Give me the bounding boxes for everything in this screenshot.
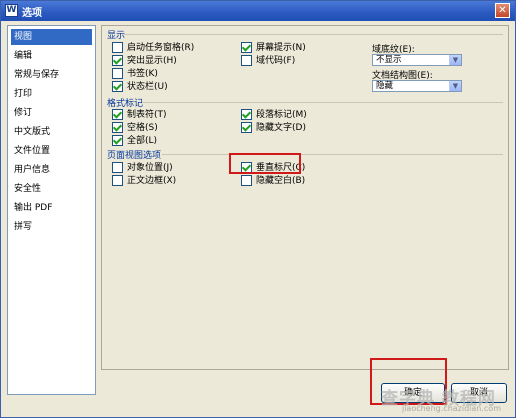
- sidebar-item-export-pdf[interactable]: 输出 PDF: [11, 200, 92, 216]
- checkmark-icon: [112, 80, 123, 92]
- screentips-checkbox[interactable]: 屏幕提示(N): [241, 41, 306, 54]
- checkmark-icon: [112, 108, 123, 120]
- checkbox-box: [241, 174, 252, 186]
- divider: [124, 34, 503, 35]
- field-shading-select[interactable]: 不显示 ▼: [372, 54, 462, 66]
- docmap-select[interactable]: 隐藏 ▼: [372, 80, 462, 92]
- checkmark-icon: [241, 41, 252, 53]
- page-view-group-title: 页面视图选项: [107, 151, 162, 161]
- divider: [162, 154, 503, 155]
- sidebar-item-print[interactable]: 打印: [11, 86, 92, 102]
- checkbox-box: [112, 161, 123, 173]
- checkbox-box: [112, 41, 123, 53]
- sidebar-item-security[interactable]: 安全性: [11, 181, 92, 197]
- text-boundaries-checkbox[interactable]: 正文边框(X): [112, 174, 176, 187]
- spaces-checkbox[interactable]: 空格(S): [112, 121, 158, 134]
- sidebar-item-chinese-layout[interactable]: 中文版式: [11, 124, 92, 140]
- checkmark-icon: [112, 121, 123, 133]
- hidden-text-checkbox[interactable]: 隐藏文字(D): [241, 121, 306, 134]
- options-dialog: W 选项 ✕ 视图 编辑 常规与保存 打印 修订 中文版式 文件位置 用户信息 …: [0, 0, 516, 418]
- chevron-down-icon: ▼: [449, 55, 461, 65]
- app-icon: W: [5, 4, 18, 17]
- sidebar-item-user-info[interactable]: 用户信息: [11, 162, 92, 178]
- divider: [142, 102, 503, 103]
- hide-whitespace-checkbox[interactable]: 隐藏空白(B): [241, 174, 305, 187]
- bookmarks-checkbox[interactable]: 书签(K): [112, 67, 158, 80]
- dialog-title: 选项: [22, 8, 42, 19]
- checkmark-icon: [112, 54, 123, 66]
- display-group-title: 显示: [107, 31, 126, 41]
- vertical-ruler-highlight: [229, 153, 301, 174]
- statusbar-checkbox[interactable]: 状态栏(U): [112, 80, 168, 93]
- sidebar-item-spelling[interactable]: 拼写: [11, 219, 92, 235]
- title-bar[interactable]: W 选项 ✕: [1, 1, 515, 21]
- sidebar-item-view[interactable]: 视图: [11, 29, 92, 45]
- all-marks-checkbox[interactable]: 全部(L): [112, 134, 157, 147]
- checkbox-box: [112, 67, 123, 79]
- object-anchors-checkbox[interactable]: 对象位置(J): [112, 161, 173, 174]
- watermark-url: jiaocheng.chazidian.com: [401, 404, 501, 413]
- paragraph-marks-checkbox[interactable]: 段落标记(M): [241, 108, 307, 121]
- sidebar-item-file-locations[interactable]: 文件位置: [11, 143, 92, 159]
- sidebar-item-general-save[interactable]: 常规与保存: [11, 67, 92, 83]
- checkbox-box: [241, 54, 252, 66]
- startup-taskpane-checkbox[interactable]: 启动任务窗格(R): [112, 41, 194, 54]
- checkmark-icon: [112, 134, 123, 146]
- field-codes-checkbox[interactable]: 域代码(F): [241, 54, 295, 67]
- sidebar-item-edit[interactable]: 编辑: [11, 48, 92, 64]
- checkmark-icon: [241, 108, 252, 120]
- close-button[interactable]: ✕: [495, 3, 510, 18]
- tab-chars-checkbox[interactable]: 制表符(T): [112, 108, 167, 121]
- checkbox-box: [112, 174, 123, 186]
- settings-panel: 显示 启动任务窗格(R) 突出显示(H) 书签(K) 状态栏(U) 屏幕提示(N…: [101, 25, 509, 370]
- sidebar-item-track-changes[interactable]: 修订: [11, 105, 92, 121]
- checkmark-icon: [241, 121, 252, 133]
- category-list: 视图 编辑 常规与保存 打印 修订 中文版式 文件位置 用户信息 安全性 输出 …: [7, 25, 96, 395]
- highlight-checkbox[interactable]: 突出显示(H): [112, 54, 177, 67]
- format-marks-group-title: 格式标记: [107, 99, 144, 109]
- chevron-down-icon: ▼: [449, 81, 461, 91]
